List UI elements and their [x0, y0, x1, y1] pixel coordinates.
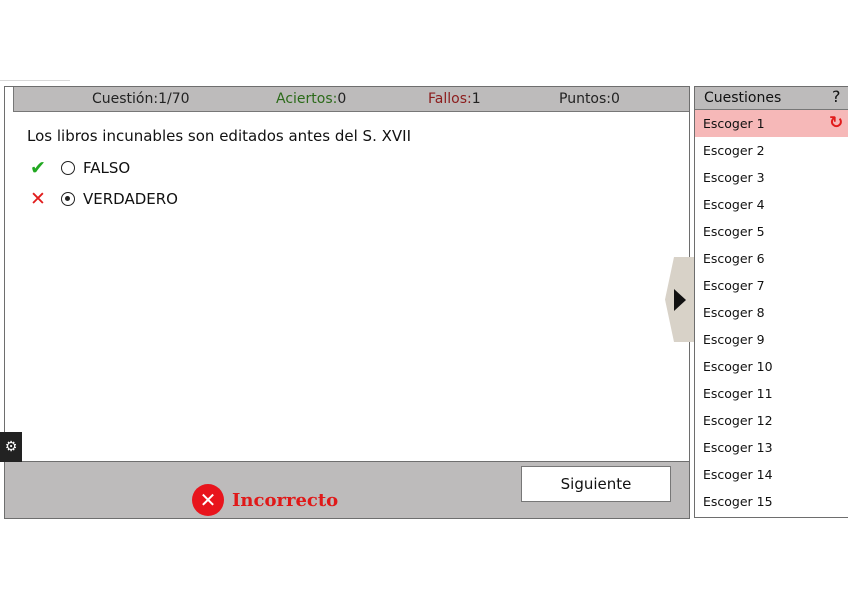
sidebar-item-7[interactable]: Escoger 7 — [695, 272, 848, 299]
points-counter-label: Puntos: — [559, 91, 612, 107]
sidebar-item-label: Escoger 3 — [703, 170, 765, 185]
arrow-right-icon[interactable] — [674, 289, 686, 311]
sidebar-item-label: Escoger 6 — [703, 251, 765, 266]
sidebar-item-label: Escoger 1 — [703, 116, 765, 131]
sidebar-item-label: Escoger 9 — [703, 332, 765, 347]
result-text: Incorrecto — [232, 489, 339, 511]
sidebar-item-1[interactable]: Escoger 1 ↻ — [695, 110, 848, 137]
fails-counter-label: Fallos: — [428, 91, 472, 107]
question-counter: Cuestión:1/70 — [92, 91, 190, 107]
hits-counter: Aciertos:0 — [276, 91, 346, 107]
sidebar-item-10[interactable]: Escoger 10 — [695, 353, 848, 380]
sidebar-item-9[interactable]: Escoger 9 — [695, 326, 848, 353]
questions-sidebar: Cuestiones ? Escoger 1 ↻ Escoger 2 Escog… — [694, 86, 848, 518]
quiz-status-bar: Cuestión:1/70 Aciertos:0 Fallos:1 Puntos… — [13, 87, 689, 112]
next-button[interactable]: Siguiente — [521, 466, 671, 502]
sidebar-item-label: Escoger 12 — [703, 413, 773, 428]
radio-button-verdadero[interactable] — [61, 192, 75, 206]
points-counter: Puntos:0 — [559, 91, 620, 107]
sidebar-item-label: Escoger 7 — [703, 278, 765, 293]
sidebar-item-label: Escoger 10 — [703, 359, 773, 374]
hits-counter-label: Aciertos: — [276, 91, 338, 107]
sidebar-item-15[interactable]: Escoger 15 — [695, 488, 848, 515]
sidebar-item-3[interactable]: Escoger 3 — [695, 164, 848, 191]
sidebar-item-label: Escoger 13 — [703, 440, 773, 455]
question-counter-label: Cuestión: — [92, 91, 159, 107]
fails-counter: Fallos:1 — [428, 91, 481, 107]
sidebar-item-label: Escoger 4 — [703, 197, 765, 212]
sidebar-item-5[interactable]: Escoger 5 — [695, 218, 848, 245]
gear-icon[interactable]: ⚙ — [0, 432, 22, 462]
sidebar-item-label: Escoger 11 — [703, 386, 773, 401]
answer-option-falso[interactable]: ✔ FALSO — [27, 157, 130, 179]
question-text: Los libros incunables son editados antes… — [27, 127, 411, 145]
top-divider-line — [0, 80, 70, 81]
sidebar-item-11[interactable]: Escoger 11 — [695, 380, 848, 407]
answer-option-label: VERDADERO — [83, 190, 178, 208]
sidebar-item-6[interactable]: Escoger 6 — [695, 245, 848, 272]
cross-icon: ✕ — [30, 188, 46, 210]
sidebar-item-label: Escoger 5 — [703, 224, 765, 239]
fails-counter-value: 1 — [471, 91, 481, 107]
sidebar-item-2[interactable]: Escoger 2 — [695, 137, 848, 164]
help-icon[interactable]: ? — [832, 87, 841, 106]
sidebar-header: Cuestiones ? — [695, 87, 848, 110]
sidebar-item-label: Escoger 14 — [703, 467, 773, 482]
check-icon: ✔ — [30, 157, 46, 179]
question-counter-value: 1/70 — [158, 91, 190, 107]
sidebar-item-4[interactable]: Escoger 4 — [695, 191, 848, 218]
quiz-footer: ✕ Incorrecto Siguiente — [5, 461, 689, 518]
sidebar-item-13[interactable]: Escoger 13 — [695, 434, 848, 461]
sidebar-title: Cuestiones — [704, 90, 782, 106]
sidebar-item-8[interactable]: Escoger 8 — [695, 299, 848, 326]
sidebar-item-label: Escoger 15 — [703, 494, 773, 509]
radio-button-falso[interactable] — [61, 161, 75, 175]
sidebar-item-14[interactable]: Escoger 14 — [695, 461, 848, 488]
retry-icon[interactable]: ↻ — [829, 110, 843, 137]
result-feedback: ✕ Incorrecto — [192, 484, 338, 516]
sidebar-item-12[interactable]: Escoger 12 — [695, 407, 848, 434]
sidebar-item-label: Escoger 2 — [703, 143, 765, 158]
incorrect-icon: ✕ — [192, 484, 224, 516]
hits-counter-value: 0 — [337, 91, 347, 107]
points-counter-value: 0 — [611, 91, 620, 107]
answer-option-verdadero[interactable]: ✕ VERDADERO — [27, 188, 178, 210]
sidebar-item-label: Escoger 8 — [703, 305, 765, 320]
quiz-panel: Cuestión:1/70 Aciertos:0 Fallos:1 Puntos… — [4, 86, 690, 519]
answer-option-label: FALSO — [83, 159, 131, 177]
